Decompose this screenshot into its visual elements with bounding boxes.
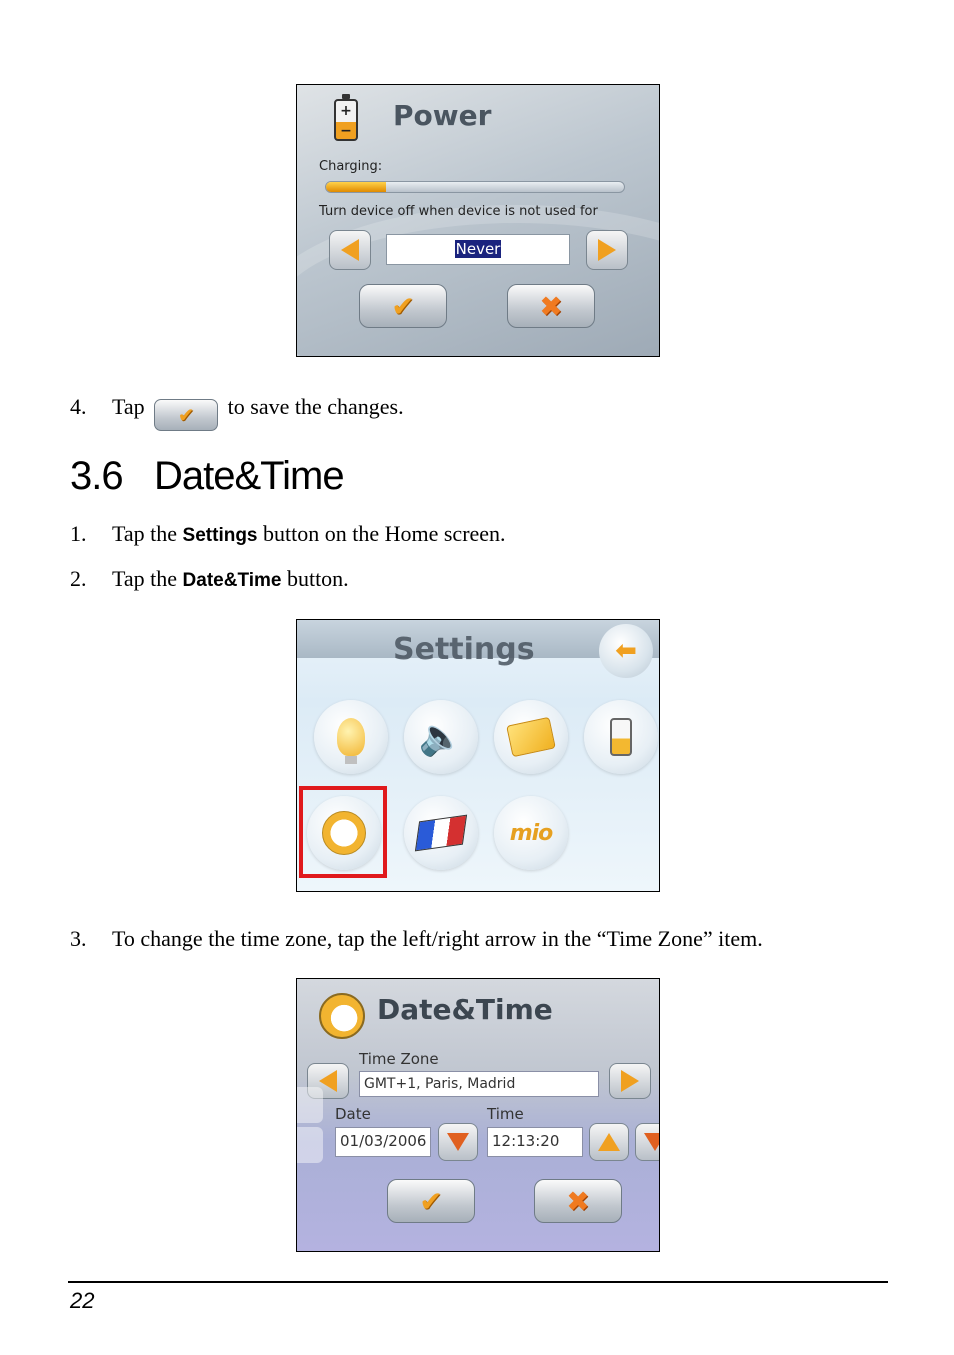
time-label: Time	[487, 1105, 524, 1123]
section-title: Date&Time	[154, 454, 345, 498]
footer-rule	[68, 1281, 888, 1283]
highlight-box	[299, 786, 387, 878]
section-number: 3.6	[70, 454, 124, 498]
timezone-next-button[interactable]	[609, 1063, 651, 1099]
step-text-after: to save the changes.	[227, 394, 404, 419]
back-button[interactable]: ⬅	[599, 624, 653, 678]
time-up-button[interactable]	[589, 1123, 629, 1161]
date-picker-button[interactable]	[438, 1123, 478, 1161]
date-time-title: Date&Time	[377, 993, 553, 1026]
charging-progress-bar	[325, 181, 625, 193]
timezone-field[interactable]: GMT+1, Paris, Madrid	[359, 1071, 599, 1097]
step-text: To change the time zone, tap the left/ri…	[112, 926, 763, 951]
ok-button[interactable]: ✔	[387, 1179, 475, 1223]
step-text-before: Tap the	[112, 521, 178, 546]
back-arrow-icon: ⬅	[615, 636, 637, 666]
right-arrow-icon	[621, 1070, 639, 1092]
auto-off-value: Never	[454, 240, 502, 258]
step-text-after: button.	[286, 566, 349, 591]
next-option-button[interactable]	[586, 230, 628, 270]
power-screenshot: + − Power Charging: Turn device off when …	[296, 84, 660, 357]
page-number: 22	[70, 1288, 95, 1313]
auto-off-label: Turn device off when device is not used …	[319, 204, 598, 219]
ui-term: Settings	[182, 525, 258, 546]
charging-label: Charging:	[319, 159, 383, 174]
time-field[interactable]: 12:13:20	[487, 1127, 583, 1157]
down-arrow-icon	[644, 1133, 659, 1151]
ui-term: Date&Time	[182, 570, 282, 591]
up-arrow-icon	[598, 1133, 620, 1151]
ghost-left-arrow-2	[297, 1127, 323, 1163]
clock-icon	[319, 993, 365, 1039]
time-down-button[interactable]	[635, 1123, 659, 1161]
cancel-button[interactable]: ✖	[507, 284, 595, 328]
date-label: Date	[335, 1105, 371, 1123]
step-number: 3.	[70, 926, 87, 951]
close-icon: ✖	[566, 1184, 590, 1218]
right-arrow-icon	[598, 239, 616, 261]
flags-icon	[414, 814, 468, 852]
light-bulb-icon	[337, 718, 365, 764]
step-text-after: button on the Home screen.	[263, 521, 506, 546]
step-number: 4.	[70, 394, 87, 419]
mio-logo: mio	[509, 820, 554, 846]
cancel-button[interactable]: ✖	[534, 1179, 622, 1223]
auto-off-field[interactable]: Never	[386, 234, 570, 265]
checkmark-icon: ✔	[177, 403, 195, 427]
inline-ok-button-image: ✔	[154, 399, 219, 431]
screen-settings-button[interactable]	[494, 700, 568, 774]
battery-icon: + −	[334, 94, 358, 141]
date-field[interactable]: 01/03/2006	[335, 1127, 431, 1157]
left-arrow-icon	[341, 239, 359, 261]
step-2: 2. Tap the Date&Time button.	[70, 566, 670, 594]
language-settings-button[interactable]	[404, 796, 478, 870]
ghost-left-arrow	[297, 1087, 323, 1123]
down-arrow-icon	[447, 1133, 469, 1151]
power-settings-button[interactable]	[584, 700, 658, 774]
settings-screenshot: Settings ⬅ 🔈 mio	[296, 619, 660, 892]
date-time-screenshot: Date&Time Time Zone GMT+1, Paris, Madrid…	[296, 978, 660, 1252]
about-mio-button[interactable]: mio	[494, 796, 568, 870]
step-1: 1. Tap the Settings button on the Home s…	[70, 521, 670, 549]
timezone-label: Time Zone	[359, 1050, 439, 1068]
ok-button[interactable]: ✔	[359, 284, 447, 328]
charging-progress-fill	[326, 182, 386, 192]
screen-card-icon	[506, 716, 556, 758]
background-swirl	[297, 205, 659, 356]
close-icon: ✖	[539, 289, 563, 323]
battery-icon	[610, 718, 632, 756]
step-number: 2.	[70, 566, 87, 591]
backlight-settings-button[interactable]	[314, 700, 388, 774]
settings-title: Settings	[393, 632, 535, 667]
step-number: 1.	[70, 521, 87, 546]
checkmark-icon: ✔	[391, 289, 415, 323]
checkmark-icon: ✔	[419, 1184, 443, 1218]
step-text-before: Tap	[112, 394, 145, 419]
step-3: 3. To change the time zone, tap the left…	[70, 926, 890, 954]
power-title: Power	[393, 99, 492, 132]
step-text-before: Tap the	[112, 566, 178, 591]
volume-settings-button[interactable]: 🔈	[404, 700, 478, 774]
speaker-icon: 🔈	[418, 717, 464, 758]
previous-option-button[interactable]	[329, 230, 371, 270]
step-4: 4. Tap ✔ to save the changes.	[70, 394, 570, 431]
